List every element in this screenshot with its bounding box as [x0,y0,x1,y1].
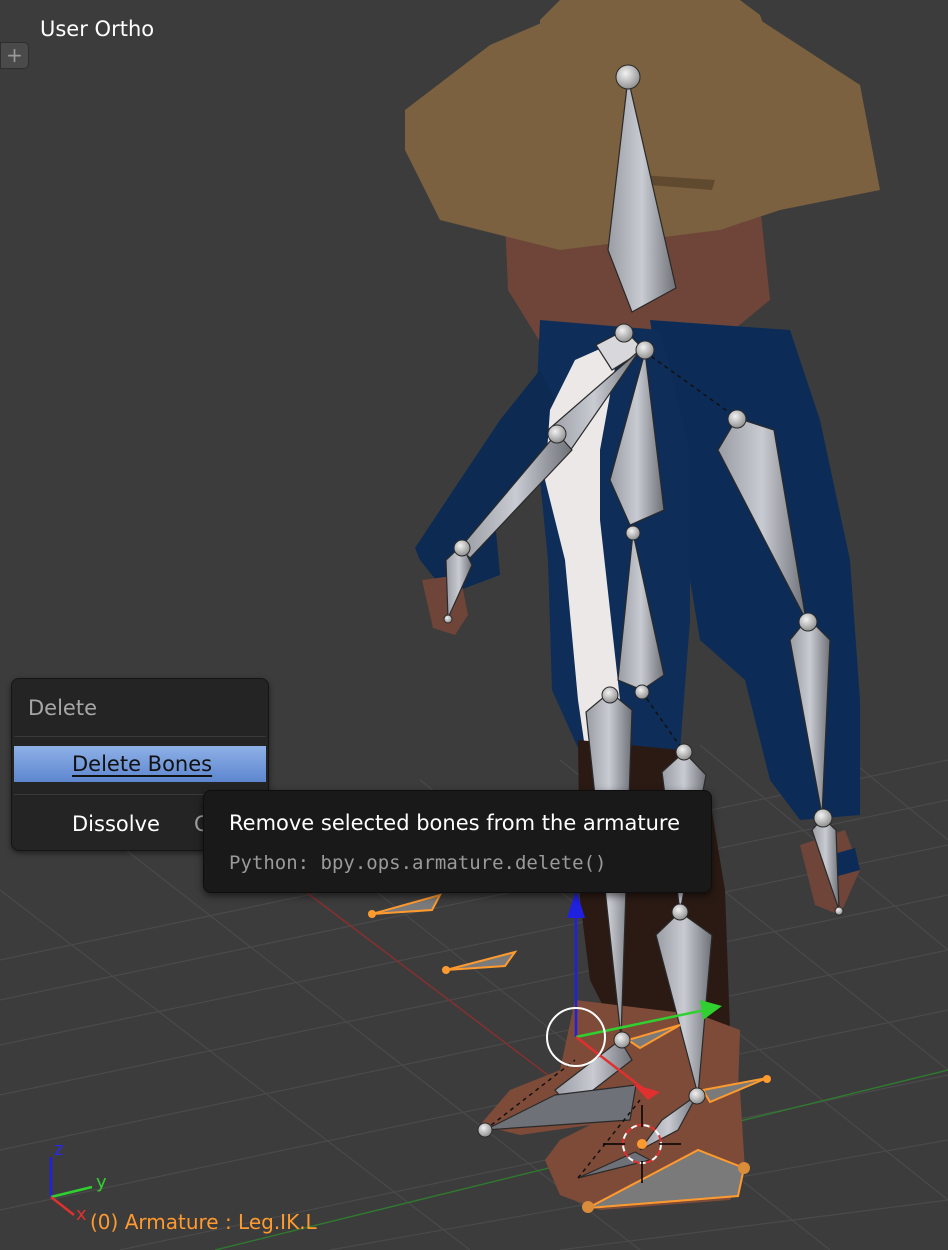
viewport-title: User Ortho [40,17,155,41]
tooltip-python: Python: bpy.ops.armature.delete() [229,852,607,874]
menu-separator [14,736,266,737]
active-object-label: (0) Armature : Leg.IK.L [90,1210,317,1234]
menu-title: Delete [28,696,97,720]
delete-bones-item[interactable]: Delete Bones [14,746,266,782]
axis-label-z: z [54,1139,63,1160]
plus-icon[interactable]: + [0,42,29,69]
tooltip: Remove selected bones from the armature … [203,790,712,893]
delete-bones-label: Delete Bones [72,752,213,776]
axis-label-x: x [76,1204,87,1225]
dissolve-label: Dissolve [72,812,160,836]
tooltip-description: Remove selected bones from the armature [229,811,681,835]
axis-label-y: y [96,1172,107,1193]
3d-viewport[interactable]: z y x [0,0,948,1250]
